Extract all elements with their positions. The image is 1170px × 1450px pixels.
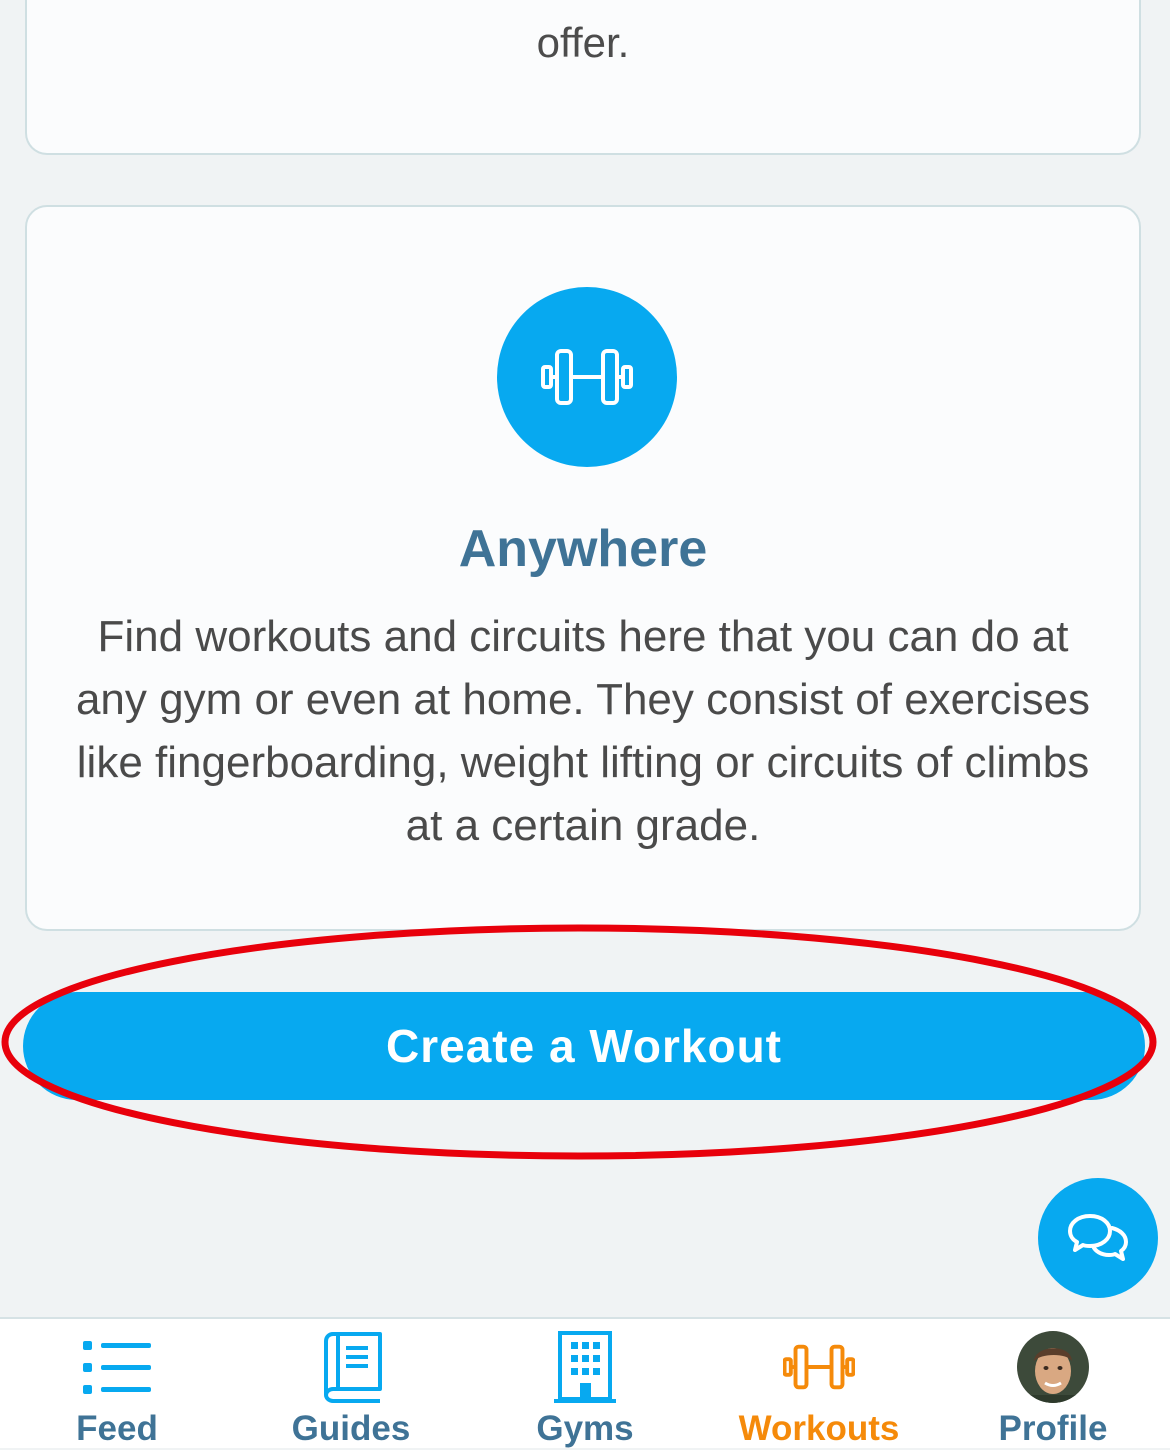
building-icon	[554, 1331, 616, 1403]
anywhere-card[interactable]: Anywhere Find workouts and circuits here…	[25, 205, 1141, 931]
dumbbell-icon	[783, 1344, 855, 1390]
list-icon	[83, 1341, 151, 1394]
tab-guides-label: Guides	[291, 1409, 411, 1448]
previous-card-text: offer.	[536, 19, 630, 66]
card-title: Anywhere	[458, 520, 708, 578]
book-icon	[324, 1332, 382, 1403]
tab-gyms[interactable]: Gyms	[468, 1319, 702, 1450]
anywhere-icon-badge	[497, 287, 677, 467]
chat-button[interactable]	[1038, 1178, 1158, 1298]
chat-bubbles-icon	[1068, 1214, 1128, 1261]
card-description: Find workouts and circuits here that you…	[75, 612, 1091, 850]
tab-profile[interactable]: Profile	[936, 1319, 1170, 1450]
bottom-tab-bar: Feed Guides Gyms Workouts Profile	[0, 1317, 1170, 1448]
tab-feed[interactable]: Feed	[0, 1319, 234, 1450]
tab-feed-label: Feed	[76, 1409, 158, 1448]
avatar	[1017, 1331, 1089, 1403]
previous-card: offer.	[25, 0, 1141, 155]
tab-gyms-label: Gyms	[536, 1409, 634, 1448]
tab-workouts-label: Workouts	[738, 1409, 900, 1448]
tab-profile-label: Profile	[998, 1409, 1108, 1448]
tab-workouts[interactable]: Workouts	[702, 1319, 936, 1450]
create-workout-button[interactable]: Create a Workout	[23, 992, 1145, 1100]
tab-guides[interactable]: Guides	[234, 1319, 468, 1450]
dumbbell-icon	[541, 349, 633, 405]
